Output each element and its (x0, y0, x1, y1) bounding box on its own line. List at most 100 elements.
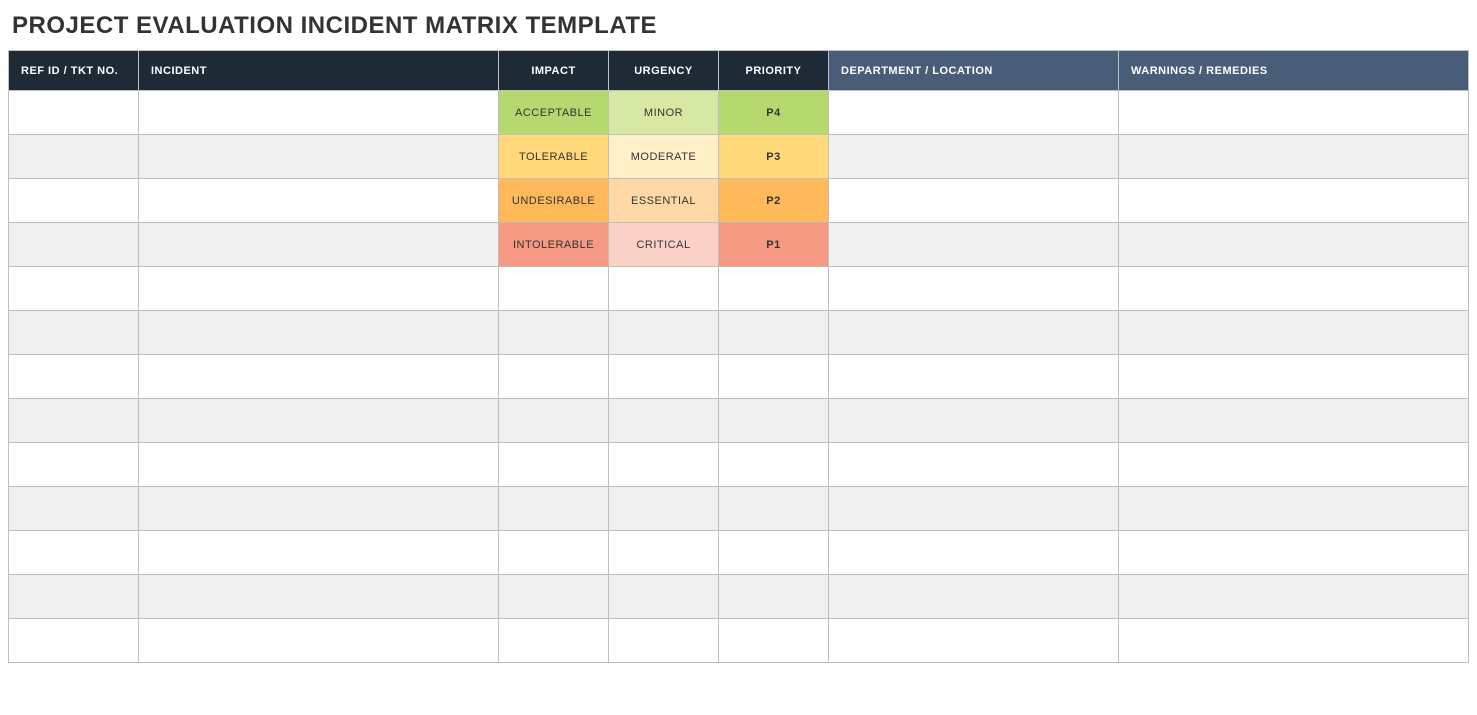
cell-incident[interactable] (139, 487, 499, 531)
cell-impact[interactable]: UNDESIRABLE (499, 179, 609, 223)
cell-priority[interactable]: P4 (719, 91, 829, 135)
table-row (9, 399, 1469, 443)
cell-ref[interactable] (9, 575, 139, 619)
cell-warnings[interactable] (1119, 443, 1469, 487)
cell-priority[interactable] (719, 399, 829, 443)
cell-impact[interactable] (499, 575, 609, 619)
cell-incident[interactable] (139, 179, 499, 223)
cell-impact[interactable]: TOLERABLE (499, 135, 609, 179)
cell-warnings[interactable] (1119, 487, 1469, 531)
cell-impact[interactable] (499, 311, 609, 355)
col-header-impact: IMPACT (499, 51, 609, 91)
cell-ref[interactable] (9, 267, 139, 311)
cell-urgency[interactable] (609, 487, 719, 531)
table-row (9, 487, 1469, 531)
cell-urgency[interactable]: MINOR (609, 91, 719, 135)
cell-priority[interactable] (719, 619, 829, 663)
cell-ref[interactable] (9, 619, 139, 663)
cell-incident[interactable] (139, 443, 499, 487)
cell-warnings[interactable] (1119, 223, 1469, 267)
cell-department[interactable] (829, 575, 1119, 619)
cell-impact[interactable] (499, 355, 609, 399)
cell-priority[interactable]: P3 (719, 135, 829, 179)
cell-warnings[interactable] (1119, 355, 1469, 399)
cell-incident[interactable] (139, 399, 499, 443)
cell-ref[interactable] (9, 531, 139, 575)
cell-urgency[interactable] (609, 311, 719, 355)
cell-urgency[interactable] (609, 443, 719, 487)
cell-department[interactable] (829, 223, 1119, 267)
cell-incident[interactable] (139, 267, 499, 311)
cell-ref[interactable] (9, 179, 139, 223)
cell-impact[interactable]: INTOLERABLE (499, 223, 609, 267)
cell-priority[interactable]: P2 (719, 179, 829, 223)
cell-ref[interactable] (9, 487, 139, 531)
cell-ref[interactable] (9, 91, 139, 135)
cell-priority[interactable] (719, 355, 829, 399)
cell-urgency[interactable] (609, 619, 719, 663)
cell-warnings[interactable] (1119, 531, 1469, 575)
cell-urgency[interactable]: CRITICAL (609, 223, 719, 267)
cell-warnings[interactable] (1119, 267, 1469, 311)
cell-department[interactable] (829, 399, 1119, 443)
table-header-row: REF ID / TKT NO. INCIDENT IMPACT URGENCY… (9, 51, 1469, 91)
cell-department[interactable] (829, 135, 1119, 179)
cell-incident[interactable] (139, 619, 499, 663)
table-row (9, 443, 1469, 487)
table-row (9, 619, 1469, 663)
cell-ref[interactable] (9, 443, 139, 487)
cell-priority[interactable] (719, 311, 829, 355)
cell-department[interactable] (829, 487, 1119, 531)
cell-department[interactable] (829, 619, 1119, 663)
cell-urgency[interactable] (609, 575, 719, 619)
cell-impact[interactable] (499, 531, 609, 575)
cell-department[interactable] (829, 179, 1119, 223)
cell-department[interactable] (829, 443, 1119, 487)
cell-incident[interactable] (139, 531, 499, 575)
cell-department[interactable] (829, 311, 1119, 355)
cell-priority[interactable] (719, 531, 829, 575)
cell-urgency[interactable] (609, 531, 719, 575)
cell-urgency[interactable]: MODERATE (609, 135, 719, 179)
col-header-incident: INCIDENT (139, 51, 499, 91)
cell-department[interactable] (829, 267, 1119, 311)
cell-warnings[interactable] (1119, 619, 1469, 663)
cell-priority[interactable] (719, 487, 829, 531)
cell-priority[interactable]: P1 (719, 223, 829, 267)
cell-impact[interactable] (499, 443, 609, 487)
cell-warnings[interactable] (1119, 575, 1469, 619)
cell-ref[interactable] (9, 223, 139, 267)
cell-priority[interactable] (719, 443, 829, 487)
cell-impact[interactable] (499, 619, 609, 663)
cell-priority[interactable] (719, 575, 829, 619)
cell-urgency[interactable] (609, 267, 719, 311)
cell-impact[interactable] (499, 487, 609, 531)
cell-warnings[interactable] (1119, 91, 1469, 135)
cell-warnings[interactable] (1119, 399, 1469, 443)
cell-incident[interactable] (139, 575, 499, 619)
cell-incident[interactable] (139, 91, 499, 135)
cell-impact[interactable] (499, 267, 609, 311)
cell-ref[interactable] (9, 355, 139, 399)
cell-urgency[interactable] (609, 399, 719, 443)
cell-warnings[interactable] (1119, 311, 1469, 355)
cell-ref[interactable] (9, 399, 139, 443)
cell-warnings[interactable] (1119, 135, 1469, 179)
cell-department[interactable] (829, 91, 1119, 135)
cell-priority[interactable] (719, 267, 829, 311)
cell-incident[interactable] (139, 355, 499, 399)
incident-matrix-table: REF ID / TKT NO. INCIDENT IMPACT URGENCY… (8, 50, 1469, 663)
table-body: ACCEPTABLEMINORP4 TOLERABLEMODERATEP3 UNDE… (9, 91, 1469, 663)
cell-urgency[interactable] (609, 355, 719, 399)
cell-urgency[interactable]: ESSENTIAL (609, 179, 719, 223)
cell-impact[interactable] (499, 399, 609, 443)
cell-impact[interactable]: ACCEPTABLE (499, 91, 609, 135)
cell-incident[interactable] (139, 223, 499, 267)
cell-incident[interactable] (139, 135, 499, 179)
cell-department[interactable] (829, 355, 1119, 399)
cell-warnings[interactable] (1119, 179, 1469, 223)
cell-department[interactable] (829, 531, 1119, 575)
cell-incident[interactable] (139, 311, 499, 355)
cell-ref[interactable] (9, 311, 139, 355)
cell-ref[interactable] (9, 135, 139, 179)
